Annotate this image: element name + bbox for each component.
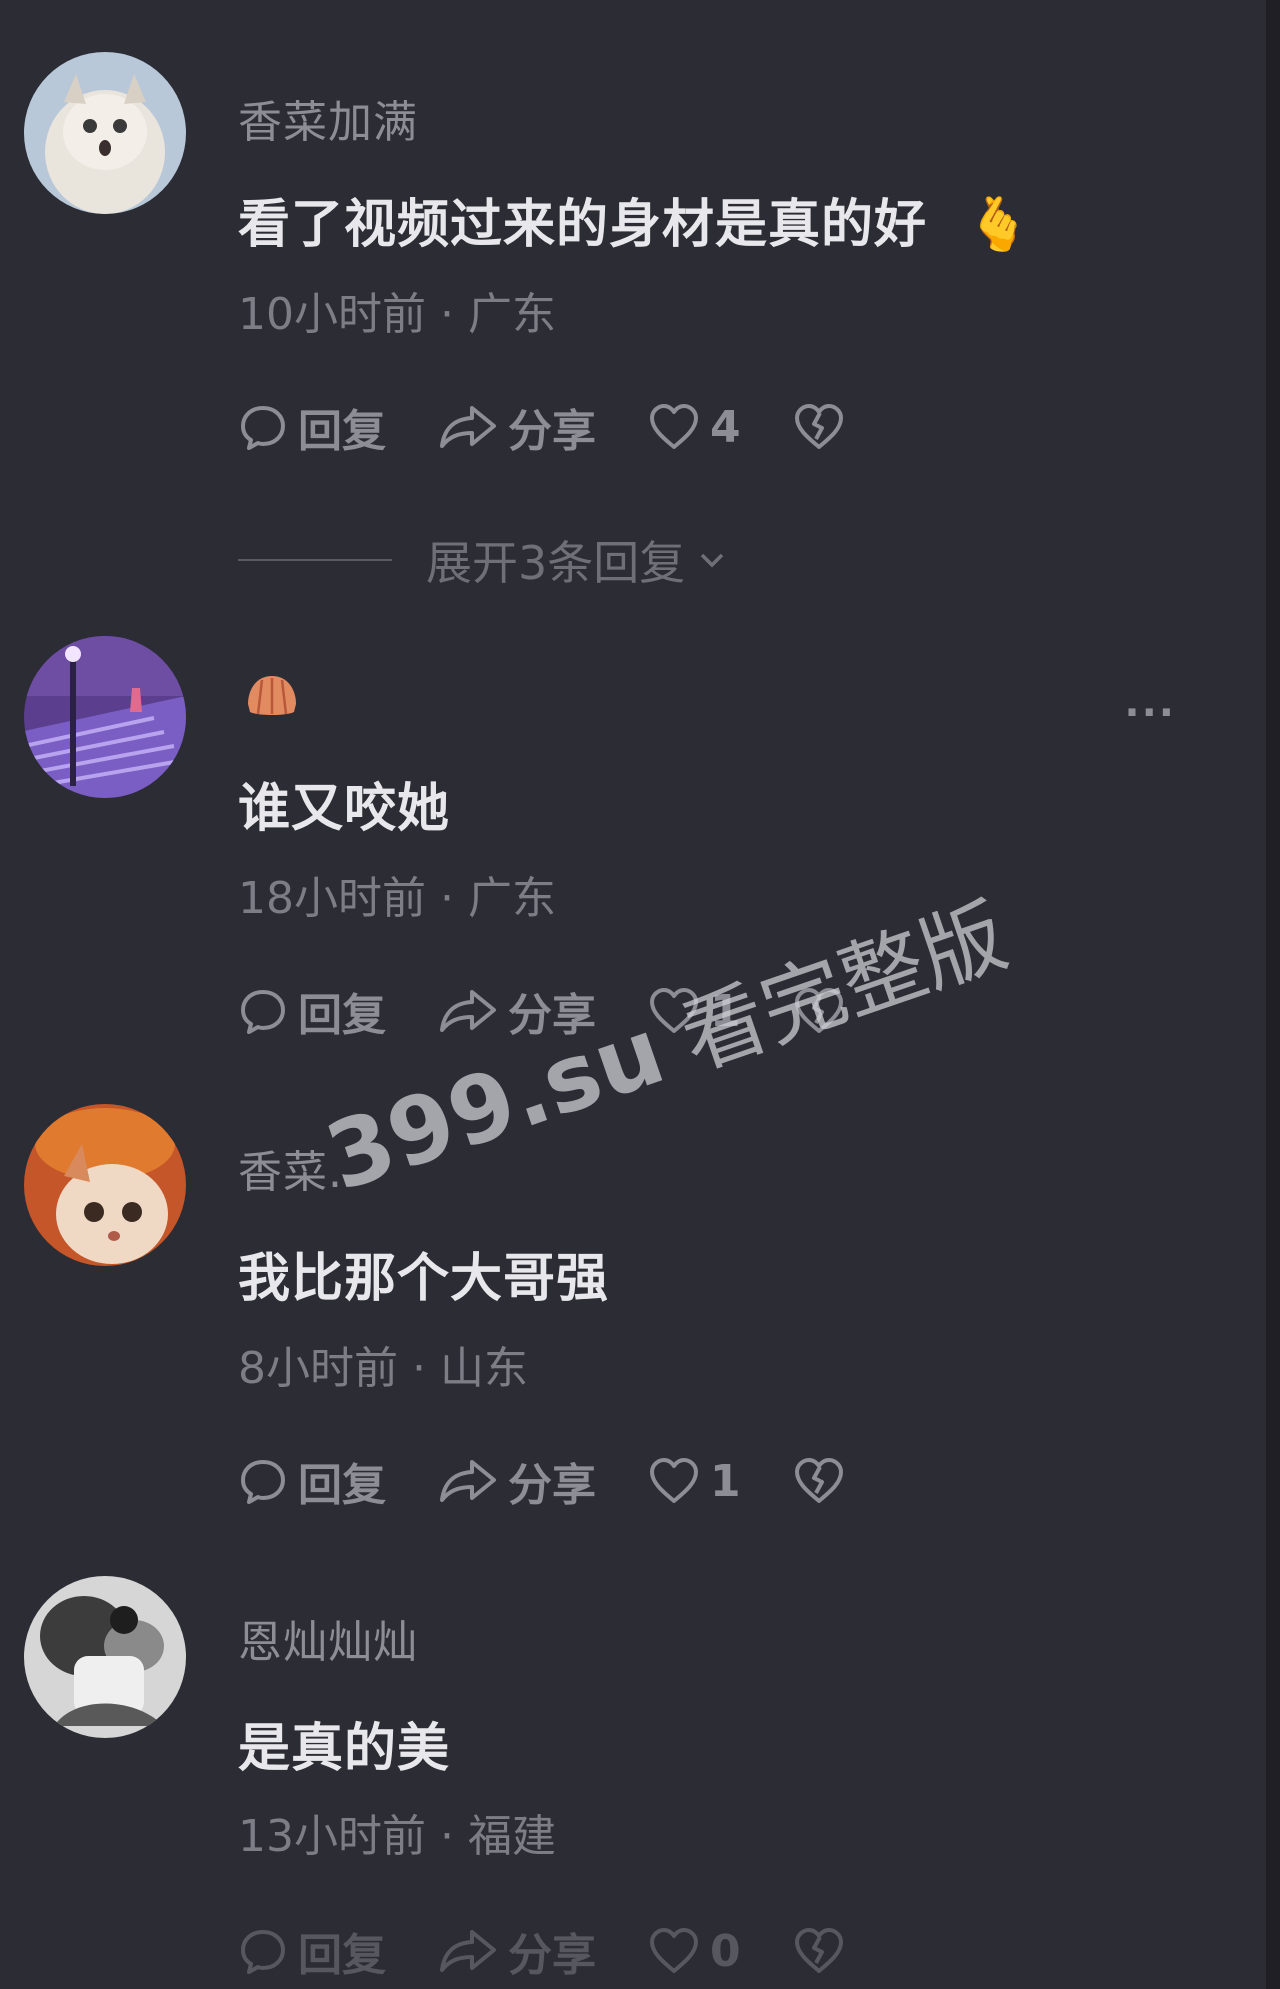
share-arrow-icon (440, 406, 496, 448)
divider-line (238, 559, 392, 561)
meta-separator: · (398, 1343, 440, 1394)
right-edge (1266, 0, 1280, 1989)
like-count: 0 (710, 1925, 741, 1977)
share-button[interactable]: 分享 (438, 1449, 596, 1513)
broken-heart-icon (794, 1928, 843, 1973)
comment-meta: 18小时前 · 广东 (238, 862, 556, 926)
share-arrow-icon (440, 1460, 496, 1502)
share-arrow-icon (440, 990, 496, 1032)
comment-text-body: 看了视频过来的身材是真的好 (238, 195, 928, 255)
heart-icon (650, 404, 698, 449)
reply-label: 回复 (298, 406, 386, 457)
comment-meta: 8小时前 · 山东 (238, 1332, 528, 1396)
comment-actions: 回复 分享 4 (238, 392, 897, 462)
expand-replies-label: 展开3条回复 (426, 536, 686, 590)
shell-badge-icon (248, 676, 296, 715)
avatar[interactable] (24, 636, 186, 798)
share-label: 分享 (508, 1460, 596, 1511)
comment-location: 福建 (467, 1811, 556, 1862)
more-options-icon[interactable]: ··· (1124, 690, 1176, 736)
comment-time: 18小时前 (238, 873, 426, 924)
reply-button[interactable]: 回复 (238, 395, 386, 459)
comment-time: 13小时前 (238, 1811, 426, 1862)
like-button[interactable]: 0 (648, 1926, 741, 1977)
reply-label: 回复 (298, 1930, 386, 1981)
dislike-button[interactable] (793, 1456, 845, 1506)
snap-heart-emoji: 🫰 (966, 195, 1032, 255)
avatar[interactable] (24, 52, 186, 214)
share-arrow-icon (440, 1930, 496, 1972)
meta-separator: · (426, 873, 468, 924)
username[interactable]: 恩灿灿灿 (238, 1606, 418, 1670)
username[interactable]: 香菜加满 (238, 86, 418, 150)
reply-bubble-icon (241, 1460, 285, 1504)
comment-location: 山东 (439, 1343, 528, 1394)
heart-icon (650, 1928, 698, 1973)
like-count: 1 (710, 1455, 741, 1507)
comment-actions: 回复 分享 1 (238, 1446, 897, 1516)
reply-bubble-icon (241, 406, 285, 450)
meta-separator: · (426, 1811, 468, 1862)
reply-button[interactable]: 回复 (238, 1919, 386, 1983)
reply-bubble-icon (241, 990, 285, 1034)
comment-text: 谁又咬她 (238, 779, 451, 839)
like-button[interactable]: 1 (648, 1456, 741, 1507)
comment-text: 是真的美 (238, 1719, 451, 1779)
reply-bubble-icon (241, 1930, 285, 1974)
comment-time: 8小时前 (238, 1343, 398, 1394)
comment-actions: 回复 分享 0 (238, 1916, 897, 1986)
comment-meta: 13小时前 · 福建 (238, 1800, 556, 1864)
comment-time: 10小时前 (238, 289, 426, 340)
broken-heart-icon (794, 404, 843, 449)
reply-label: 回复 (298, 990, 386, 1041)
comment-meta: 10小时前 · 广东 (238, 278, 556, 342)
share-label: 分享 (508, 1930, 596, 1981)
reply-label: 回复 (298, 1460, 386, 1511)
share-button[interactable]: 分享 (438, 1919, 596, 1983)
share-label: 分享 (508, 406, 596, 457)
like-count: 4 (710, 401, 741, 453)
chevron-down-icon (701, 553, 724, 568)
avatar[interactable] (24, 1104, 186, 1266)
expand-replies[interactable]: 展开3条回复 (238, 530, 727, 590)
comment-location: 广东 (467, 289, 556, 340)
watermark-text: 看完整版 (668, 886, 1019, 1089)
avatar[interactable] (24, 1576, 186, 1738)
share-button[interactable]: 分享 (438, 395, 596, 459)
meta-separator: · (426, 289, 468, 340)
reply-button[interactable]: 回复 (238, 979, 386, 1043)
comment-location: 广东 (467, 873, 556, 924)
like-button[interactable]: 4 (648, 402, 741, 453)
comment-text: 看了视频过来的身材是真的好 🫰 (238, 182, 1032, 257)
dislike-button[interactable] (793, 402, 845, 452)
comment-text: 我比那个大哥强 (238, 1249, 610, 1309)
dislike-button[interactable] (793, 1926, 845, 1976)
reply-button[interactable]: 回复 (238, 1449, 386, 1513)
broken-heart-icon (794, 1458, 843, 1503)
heart-icon (650, 1458, 698, 1503)
